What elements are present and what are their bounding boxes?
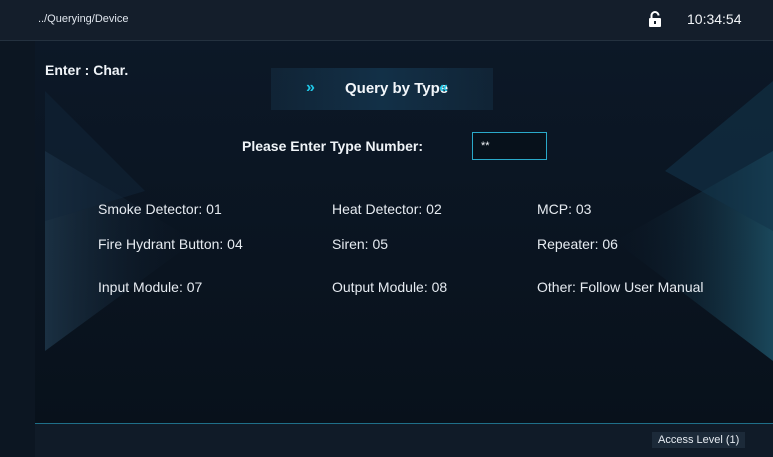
type-item-smoke-detector: Smoke Detector: 01 <box>98 201 222 217</box>
type-item-mcp: MCP: 03 <box>537 201 592 217</box>
breadcrumb: ../Querying/Device <box>38 13 129 25</box>
background-decoration-right <box>615 81 773 361</box>
page-title: Query by Type <box>345 80 449 97</box>
type-item-other: Other: Follow User Manual <box>537 279 704 295</box>
type-number-prompt: Please Enter Type Number: <box>242 138 424 154</box>
chevron-right-icon: » <box>306 79 315 96</box>
type-number-input[interactable] <box>472 132 547 160</box>
access-level-badge[interactable]: Access Level (1) <box>652 432 746 448</box>
page-title-banner: » Query by Type « <box>271 68 493 110</box>
type-item-input-module: Input Module: 07 <box>98 279 203 295</box>
chevron-left-icon: « <box>439 79 448 96</box>
device-screen: ../Querying/Device 10:34:54 Enter: Char… <box>0 0 773 457</box>
unlocked-padlock-icon[interactable] <box>648 11 662 27</box>
input-mode-label: Enter : Char. <box>45 62 129 78</box>
clock: 10:34:54 <box>687 11 742 27</box>
type-item-fire-hydrant-button: Fire Hydrant Button: 04 <box>98 236 243 252</box>
type-item-siren: Siren: 05 <box>332 236 389 252</box>
type-item-heat-detector: Heat Detector: 02 <box>332 201 442 217</box>
type-item-output-module: Output Module: 08 <box>332 279 448 295</box>
query-panel: Enter : Char. » Query by Type « Please E… <box>35 41 773 423</box>
top-bar: ../Querying/Device 10:34:54 <box>0 0 773 41</box>
type-item-repeater: Repeater: 06 <box>537 236 618 252</box>
status-bar: Access Level (1) <box>35 423 773 457</box>
